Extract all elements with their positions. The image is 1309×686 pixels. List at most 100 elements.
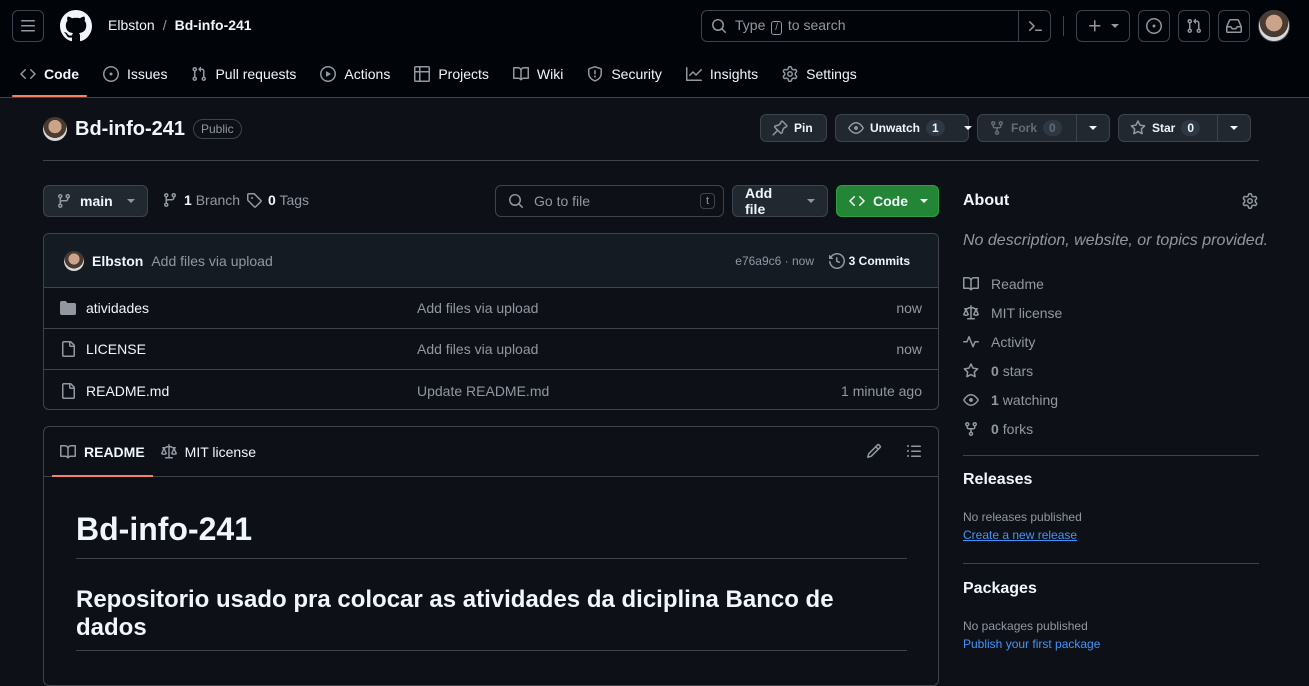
menu-button[interactable] xyxy=(12,10,44,42)
gear-icon[interactable] xyxy=(1242,193,1258,209)
chevron-down-icon[interactable] xyxy=(1230,126,1238,130)
tab-insights[interactable]: Insights xyxy=(678,52,766,96)
fork-label: Fork xyxy=(1011,121,1038,135)
forks-link[interactable]: 0 forks xyxy=(963,414,1062,443)
about-item-label: MIT license xyxy=(991,304,1063,321)
tab-pull-requests[interactable]: Pull requests xyxy=(183,52,304,96)
repo-name[interactable]: Bd-info-241 xyxy=(75,118,185,141)
global-search-input[interactable]: Type / to search xyxy=(701,10,1051,42)
title-divider xyxy=(43,160,1259,161)
file-commit-time: now xyxy=(896,300,922,316)
issue-icon xyxy=(1146,18,1162,34)
file-commit-message[interactable]: Add files via upload xyxy=(417,300,538,316)
inbox-button[interactable] xyxy=(1218,10,1250,42)
watching-link[interactable]: 1 watching xyxy=(963,385,1062,414)
branch-count: 1 xyxy=(184,192,192,208)
file-table: Elbston Add files via upload e76a9c6 · n… xyxy=(43,233,939,410)
readme-link[interactable]: Readme xyxy=(963,269,1062,298)
tab-settings[interactable]: Settings xyxy=(774,52,865,96)
commits-link[interactable]: 3 Commits xyxy=(828,252,910,269)
watch-button[interactable]: Unwatch 1 xyxy=(835,114,972,142)
tag-count: 0 xyxy=(268,192,276,208)
packages-title[interactable]: Packages xyxy=(963,580,1037,598)
tab-mit-license[interactable]: MIT license xyxy=(153,427,264,476)
eye-icon xyxy=(963,392,979,408)
file-commit-message[interactable]: Update README.md xyxy=(417,383,549,399)
releases-note: No releases published xyxy=(963,510,1082,524)
list-unordered-icon[interactable] xyxy=(906,443,922,459)
file-name[interactable]: atividades xyxy=(86,300,149,316)
about-item-label: Activity xyxy=(991,333,1036,350)
tags-link[interactable]: 0 Tags xyxy=(246,192,309,208)
chevron-down-icon xyxy=(807,199,815,203)
repo-title: Bd-info-241 Public xyxy=(43,117,242,141)
tab-projects[interactable]: Projects xyxy=(406,52,497,96)
user-avatar[interactable] xyxy=(1258,10,1290,42)
file-row[interactable]: LICENSE Add files via upload now xyxy=(44,329,938,370)
code-icon xyxy=(20,66,36,82)
branch-selector[interactable]: main xyxy=(43,185,148,217)
visibility-badge: Public xyxy=(193,119,242,139)
readme-panel: README MIT license Bd-info-241 Repositor… xyxy=(43,426,939,686)
file-row[interactable]: atividades Add files via upload now xyxy=(44,288,938,329)
create-release-link[interactable]: Create a new release xyxy=(963,528,1077,542)
publish-package-link[interactable]: Publish your first package xyxy=(963,637,1100,651)
code-button[interactable]: Code xyxy=(836,185,939,217)
go-to-file-input[interactable]: Go to file t xyxy=(495,185,724,217)
commit-sha-time[interactable]: e76a9c6 · now xyxy=(735,254,814,268)
about-item-label: watching xyxy=(1002,391,1059,408)
commit-message[interactable]: Add files via upload xyxy=(151,253,272,269)
star-counter: 0 xyxy=(1181,120,1201,136)
pin-button[interactable]: Pin xyxy=(760,114,827,142)
hamburger-icon xyxy=(20,18,36,34)
owner-avatar[interactable] xyxy=(43,117,67,141)
pull-requests-button[interactable] xyxy=(1178,10,1210,42)
star-icon xyxy=(963,362,979,379)
file-commit-message[interactable]: Add files via upload xyxy=(417,341,538,357)
add-file-button[interactable]: Add file xyxy=(732,185,828,217)
go-to-file-placeholder: Go to file xyxy=(534,193,591,209)
readme-tabs: README MIT license xyxy=(44,427,938,477)
tab-readme[interactable]: README xyxy=(52,427,153,477)
repo-nav-tabs: Code Issues Pull requests Actions Projec… xyxy=(12,52,873,98)
issue-icon xyxy=(103,66,119,82)
commits-count: 3 Commits xyxy=(848,253,910,268)
chevron-down-icon[interactable] xyxy=(963,126,972,130)
code-label: Code xyxy=(873,193,908,209)
file-name[interactable]: LICENSE xyxy=(86,341,146,357)
breadcrumb-repo[interactable]: Bd-info-241 xyxy=(175,17,252,33)
branches-link[interactable]: 1 Branch xyxy=(162,192,240,208)
about-title: About xyxy=(963,192,1010,209)
branch-label: Branch xyxy=(195,192,241,208)
issues-button[interactable] xyxy=(1138,10,1170,42)
license-link[interactable]: MIT license xyxy=(963,298,1062,327)
fork-button[interactable]: Fork 0 xyxy=(977,114,1110,142)
plus-icon xyxy=(1087,18,1103,34)
file-name[interactable]: README.md xyxy=(86,383,169,399)
activity-link[interactable]: Activity xyxy=(963,327,1062,356)
commit-author[interactable]: Elbston xyxy=(92,253,143,269)
file-row[interactable]: README.md Update README.md 1 minute ago xyxy=(44,370,938,409)
command-palette-button[interactable] xyxy=(1018,11,1050,41)
tab-actions[interactable]: Actions xyxy=(312,52,398,96)
tab-issues[interactable]: Issues xyxy=(95,52,175,96)
stars-link[interactable]: 0 stars xyxy=(963,356,1062,385)
pencil-icon[interactable] xyxy=(866,443,882,459)
inbox-icon xyxy=(1226,18,1242,34)
tab-wiki[interactable]: Wiki xyxy=(505,52,571,96)
shield-icon xyxy=(587,66,603,82)
create-new-button[interactable] xyxy=(1076,10,1130,42)
tab-security[interactable]: Security xyxy=(579,52,670,96)
commit-author-avatar[interactable] xyxy=(64,250,84,271)
breadcrumb-owner[interactable]: Elbston xyxy=(108,17,155,33)
releases-title[interactable]: Releases xyxy=(963,471,1032,489)
file-commit-time: 1 minute ago xyxy=(841,382,922,399)
pull-request-icon xyxy=(191,66,207,82)
play-icon xyxy=(320,66,337,82)
github-logo-icon[interactable] xyxy=(60,10,92,42)
table-icon xyxy=(414,66,431,82)
chevron-down-icon xyxy=(126,199,135,203)
tab-code[interactable]: Code xyxy=(12,52,87,97)
star-button[interactable]: Star 0 xyxy=(1118,114,1251,142)
chevron-down-icon[interactable] xyxy=(1089,126,1097,130)
